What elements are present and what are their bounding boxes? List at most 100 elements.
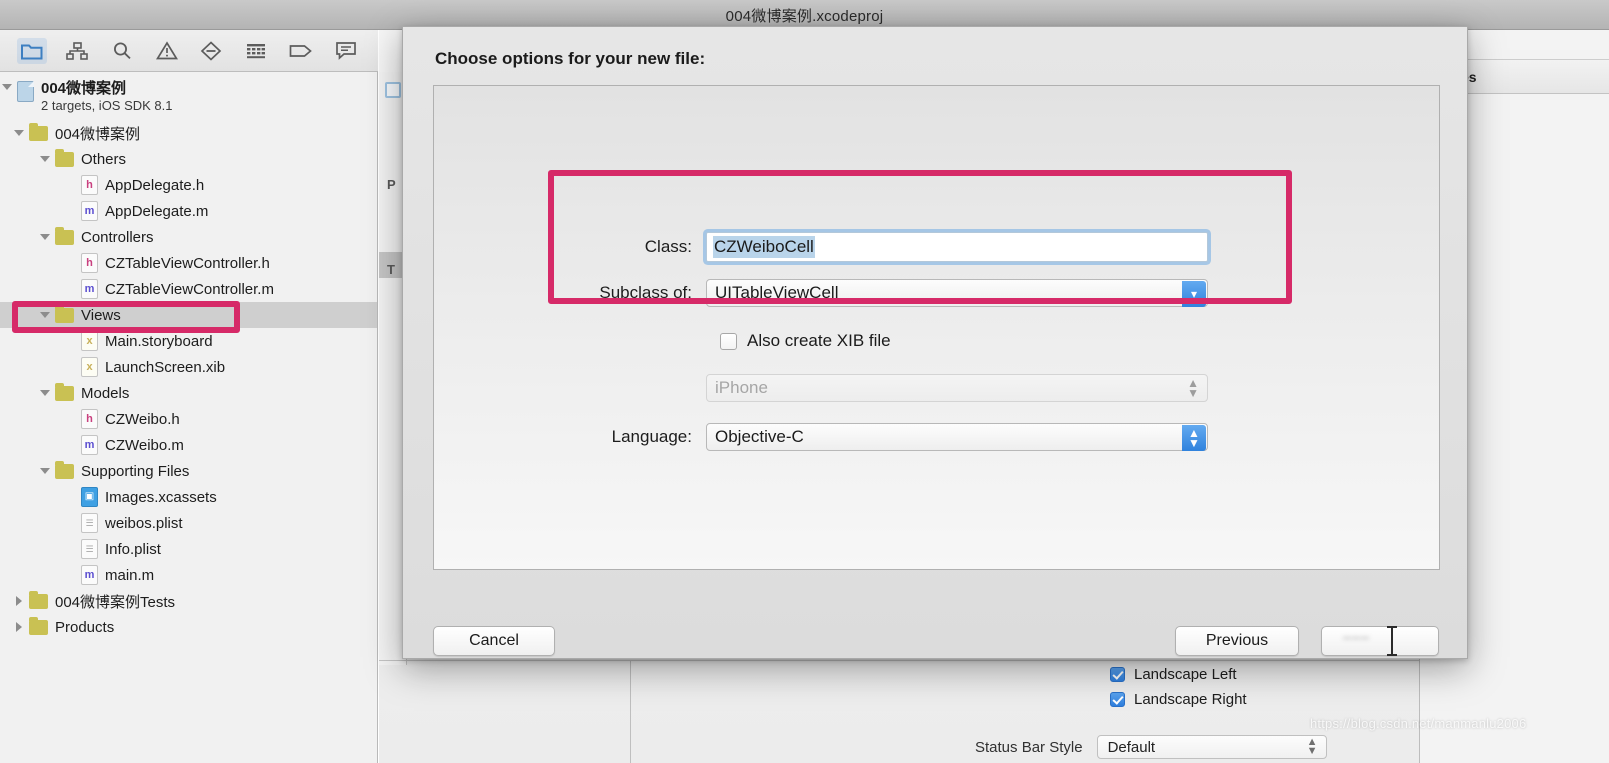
disclosure-triangle-icon[interactable] [12, 620, 26, 634]
navigator-row[interactable]: m CZTableViewController.m [0, 276, 377, 302]
previous-button[interactable]: Previous [1175, 626, 1299, 656]
navigator-row[interactable]: h CZTableViewController.h [0, 250, 377, 276]
debug-navigator-icon[interactable] [241, 38, 271, 64]
disclosure-triangle-icon[interactable] [38, 464, 52, 478]
h-file-icon: h [81, 253, 98, 273]
disclosure-triangle-icon[interactable] [12, 594, 26, 608]
device-orientation-group: Landscape Left Landscape Right [1110, 662, 1247, 712]
h-file-icon: h [81, 175, 98, 195]
next-button-motion-blur: ⎯⎯⎯ [1343, 629, 1371, 646]
checkbox-checked-icon [1110, 667, 1125, 682]
navigator-row[interactable]: ☰ Info.plist [0, 536, 377, 562]
project-navigator[interactable]: 004微博案例 2 targets, iOS SDK 8.1 004微博案例 Ot… [0, 72, 378, 763]
folder-icon [29, 590, 48, 609]
plist-file-icon: ☰ [81, 539, 98, 559]
device-value: iPhone [715, 378, 768, 397]
symbol-navigator-icon[interactable] [62, 38, 92, 64]
disclosure-triangle-icon[interactable] [38, 152, 52, 166]
navigator-row[interactable]: Models [0, 380, 377, 406]
folder-icon [55, 304, 74, 323]
device-popup-button: iPhone ▲ ▼ [706, 374, 1208, 402]
status-bar-style-label: Status Bar Style [975, 738, 1083, 756]
navigator-row-label: Info.plist [105, 540, 161, 558]
plist-file-icon: ☰ [81, 513, 98, 533]
navigator-row[interactable]: ☰ weibos.plist [0, 510, 377, 536]
project-root-row[interactable]: 004微博案例 2 targets, iOS SDK 8.1 [0, 78, 377, 120]
class-input[interactable]: CZWeiboCell [706, 232, 1208, 262]
checkbox-landscape-right[interactable]: Landscape Right [1110, 687, 1247, 712]
navigator-row-label: 004微博案例Tests [55, 593, 176, 611]
navigator-tree: 004微博案例 Others h AppDelegate.h m AppDelegate.… [0, 120, 377, 640]
disclosure-triangle-icon[interactable] [0, 80, 14, 94]
navigator-row-label: Models [81, 384, 130, 402]
disclosure-triangle-icon[interactable] [38, 230, 52, 244]
navigator-row[interactable]: x LaunchScreen.xib [0, 354, 377, 380]
navigator-row[interactable]: h CZWeibo.h [0, 406, 377, 432]
navigator-row[interactable]: Supporting Files [0, 458, 377, 484]
class-field-row: Class: CZWeiboCell [434, 232, 1208, 262]
xib-checkbox-row[interactable]: Also create XIB file [720, 331, 891, 351]
folder-icon [29, 122, 48, 141]
navigator-row[interactable]: 004微博案例 [0, 120, 377, 146]
navigator-row-label: main.m [105, 566, 155, 584]
cancel-button-label: Cancel [469, 632, 519, 649]
class-label: Class: [644, 237, 692, 256]
navigator-row-label: CZWeibo.h [105, 410, 180, 428]
navigator-row[interactable]: m AppDelegate.m [0, 198, 377, 224]
navigator-row[interactable]: x Main.storyboard [0, 328, 377, 354]
device-field-row: iPhone ▲ ▼ [434, 374, 1208, 402]
search-navigator-icon[interactable] [107, 38, 137, 64]
navigator-row[interactable]: Controllers [0, 224, 377, 250]
navigator-row[interactable]: 004微博案例Tests [0, 588, 377, 614]
test-navigator-icon[interactable] [196, 38, 226, 64]
report-navigator-icon[interactable] [331, 38, 361, 64]
navigator-row[interactable]: h AppDelegate.h [0, 172, 377, 198]
subclass-field-row: Subclass of: UITableViewCell ▾ [434, 279, 1208, 307]
xcassets-file-icon: ▣ [81, 487, 98, 507]
navigator-row-label: weibos.plist [105, 514, 183, 532]
document-icon [385, 82, 401, 98]
folder-icon [55, 382, 74, 401]
navigator-row-label: CZTableViewController.m [105, 280, 274, 298]
breakpoint-navigator-icon[interactable] [286, 38, 316, 64]
language-label: Language: [611, 427, 692, 446]
navigator-row-label: AppDelegate.m [105, 202, 209, 220]
cancel-button[interactable]: Cancel [433, 626, 555, 656]
checkbox-landscape-left[interactable]: Landscape Left [1110, 662, 1247, 687]
folder-icon [55, 148, 74, 167]
xib-checkbox-label: Also create XIB file [747, 331, 891, 350]
status-bar-style-value: Default [1107, 738, 1156, 756]
navigator-row-label: AppDelegate.h [105, 176, 205, 194]
project-navigator-icon[interactable] [17, 37, 48, 64]
dialog-content-panel: Class: CZWeiboCell Subclass of: UITableV… [433, 85, 1440, 570]
checkbox-landscape-right-label: Landscape Right [1134, 691, 1247, 708]
navigator-row[interactable]: m CZWeibo.m [0, 432, 377, 458]
chevron-up-down-icon: ▲ ▼ [1306, 736, 1318, 757]
sb-file-icon: x [81, 357, 98, 377]
language-popup-button[interactable]: Objective-C ▲ ▼ [706, 423, 1208, 451]
disclosure-triangle-icon[interactable] [38, 308, 52, 322]
navigator-row[interactable]: m main.m [0, 562, 377, 588]
issue-navigator-icon[interactable] [152, 38, 182, 64]
class-input-value: CZWeiboCell [713, 236, 815, 258]
disclosure-triangle-icon[interactable] [12, 126, 26, 140]
navigator-row[interactable]: ▣ Images.xcassets [0, 484, 377, 510]
subclass-popup-button[interactable]: UITableViewCell ▾ [706, 279, 1208, 307]
project-subtitle: 2 targets, iOS SDK 8.1 [41, 98, 173, 113]
navigator-row-label: Views [81, 306, 121, 324]
navigator-row[interactable]: Products [0, 614, 377, 640]
navigator-row-label: CZTableViewController.h [105, 254, 270, 272]
subclass-value: UITableViewCell [715, 283, 839, 302]
disclosure-triangle-icon[interactable] [38, 386, 52, 400]
navigator-row[interactable]: Views [0, 302, 377, 328]
language-field-row: Language: Objective-C ▲ ▼ [434, 423, 1208, 451]
sb-file-icon: x [81, 331, 98, 351]
dialog-title: Choose options for your new file: [435, 49, 706, 68]
status-bar-style-popup[interactable]: Default ▲ ▼ [1096, 735, 1327, 759]
navigator-row[interactable]: Others [0, 146, 377, 172]
strip-letter-p: P [387, 177, 396, 192]
